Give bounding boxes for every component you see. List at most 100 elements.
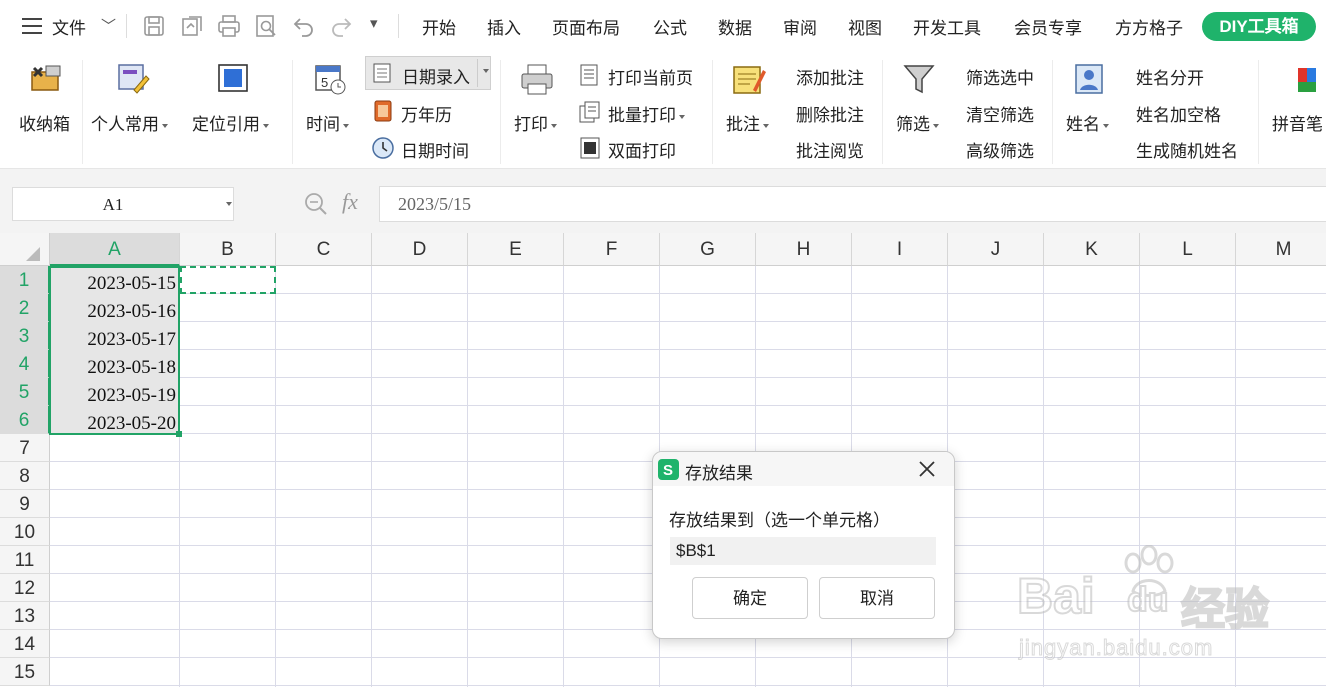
row-header-12[interactable]: 12 bbox=[0, 574, 50, 602]
chevron-down-icon[interactable] bbox=[226, 202, 232, 206]
column-header-i[interactable]: I bbox=[852, 233, 948, 266]
result-cell-input[interactable] bbox=[670, 537, 936, 565]
target-cell-b1[interactable] bbox=[180, 266, 276, 294]
row-header-8[interactable]: 8 bbox=[0, 462, 50, 490]
row-header-7[interactable]: 7 bbox=[0, 434, 50, 462]
tab-view[interactable]: 视图 bbox=[848, 14, 882, 39]
column-header-j[interactable]: J bbox=[948, 233, 1044, 266]
name-box[interactable]: A1 bbox=[12, 187, 234, 221]
hamburger-icon[interactable] bbox=[22, 17, 44, 35]
print-current-page-button[interactable]: 打印当前页 bbox=[574, 60, 706, 90]
row-header-10[interactable]: 10 bbox=[0, 518, 50, 546]
row-header-6[interactable]: 6 bbox=[0, 406, 50, 434]
duplex-print-button[interactable]: 双面打印 bbox=[574, 133, 706, 163]
column-header-m[interactable]: M bbox=[1236, 233, 1326, 266]
column-header-g[interactable]: G bbox=[660, 233, 756, 266]
cancel-button[interactable]: 取消 bbox=[819, 577, 935, 619]
tab-fangfang[interactable]: 方方格子 bbox=[1115, 14, 1183, 39]
tab-insert[interactable]: 插入 bbox=[487, 14, 521, 39]
dialog-title-bar[interactable]: S 存放结果 bbox=[653, 452, 954, 486]
fx-icon[interactable]: fx bbox=[342, 189, 358, 215]
perpetual-calendar-label: 万年历 bbox=[401, 106, 452, 125]
redo-icon[interactable] bbox=[329, 14, 353, 38]
toolbox-button[interactable]: 收纳箱 bbox=[10, 58, 82, 138]
group-separator bbox=[712, 60, 713, 164]
column-header-c[interactable]: C bbox=[276, 233, 372, 266]
comment-button[interactable]: 批注 bbox=[718, 58, 782, 138]
tab-review[interactable]: 审阅 bbox=[783, 14, 817, 39]
column-header-e[interactable]: E bbox=[468, 233, 564, 266]
tab-home[interactable]: 开始 bbox=[422, 14, 456, 39]
personal-common-label: 个人常用 bbox=[91, 110, 168, 135]
zoom-icon[interactable] bbox=[303, 191, 329, 217]
perpetual-calendar-button[interactable]: 万年历 bbox=[365, 97, 491, 127]
column-header-a[interactable]: A bbox=[50, 233, 180, 266]
row-header-5[interactable]: 5 bbox=[0, 378, 50, 406]
tab-data[interactable]: 数据 bbox=[718, 14, 752, 39]
batch-print-label: 批量打印 bbox=[608, 101, 685, 126]
locate-reference-button[interactable]: 定位引用 bbox=[188, 58, 280, 138]
time-button[interactable]: 5 时间 bbox=[300, 58, 362, 138]
row-header-4[interactable]: 4 bbox=[0, 350, 50, 378]
add-comment-button[interactable]: 添加批注 bbox=[796, 64, 864, 89]
row-header-14[interactable]: 14 bbox=[0, 630, 50, 658]
export-icon[interactable] bbox=[180, 14, 204, 38]
row-header-11[interactable]: 11 bbox=[0, 546, 50, 574]
filter-button[interactable]: 筛选 bbox=[888, 58, 952, 138]
name-button[interactable]: 姓名 bbox=[1058, 58, 1122, 138]
split-divider bbox=[477, 59, 478, 87]
column-header-l[interactable]: L bbox=[1140, 233, 1236, 266]
row-header-13[interactable]: 13 bbox=[0, 602, 50, 630]
person-card-icon bbox=[1075, 64, 1103, 94]
row-header-1[interactable]: 1 bbox=[0, 266, 50, 294]
customize-dropdown-icon[interactable]: ▾ bbox=[370, 14, 378, 32]
date-time-button[interactable]: 日期时间 bbox=[365, 133, 491, 163]
batch-print-button[interactable]: 批量打印 bbox=[574, 97, 706, 127]
row-header-3[interactable]: 3 bbox=[0, 322, 50, 350]
advanced-filter-button[interactable]: 高级筛选 bbox=[966, 137, 1034, 162]
random-name-button[interactable]: 生成随机姓名 bbox=[1136, 137, 1238, 162]
print-icon[interactable] bbox=[217, 14, 241, 38]
split-name-button[interactable]: 姓名分开 bbox=[1136, 64, 1204, 89]
column-header-k[interactable]: K bbox=[1044, 233, 1140, 266]
formula-input[interactable]: 2023/5/15 bbox=[379, 186, 1326, 222]
print-button[interactable]: 打印 bbox=[506, 58, 570, 138]
personal-common-button[interactable]: 个人常用 bbox=[88, 58, 180, 138]
select-all-corner[interactable] bbox=[0, 233, 50, 266]
column-header-d[interactable]: D bbox=[372, 233, 468, 266]
save-icon[interactable] bbox=[142, 14, 166, 38]
column-header-b[interactable]: B bbox=[180, 233, 276, 266]
group-separator bbox=[500, 60, 501, 164]
watermark-brand: Bai bbox=[1016, 567, 1096, 625]
tab-page-layout[interactable]: 页面布局 bbox=[552, 14, 620, 39]
chevron-down-icon[interactable]: ﹀ bbox=[101, 15, 116, 36]
row-header-15[interactable]: 15 bbox=[0, 658, 50, 686]
watermark-brand-cn: 经验 bbox=[1180, 584, 1270, 635]
delete-comment-button[interactable]: 删除批注 bbox=[796, 101, 864, 126]
column-header-f[interactable]: F bbox=[564, 233, 660, 266]
print-preview-icon[interactable] bbox=[254, 14, 278, 38]
formula-bar: A1 fx 2023/5/15 bbox=[0, 169, 1326, 233]
undo-icon[interactable] bbox=[292, 14, 316, 38]
name-add-space-button[interactable]: 姓名加空格 bbox=[1136, 101, 1221, 126]
tab-diy-toolbox[interactable]: DIY工具箱 bbox=[1202, 12, 1316, 41]
close-icon[interactable] bbox=[918, 460, 936, 478]
clear-filter-button[interactable]: 清空筛选 bbox=[966, 101, 1034, 126]
date-entry-button[interactable]: 日期录入 bbox=[365, 56, 491, 90]
read-comment-button[interactable]: 批注阅览 bbox=[796, 137, 864, 162]
comment-note-icon bbox=[733, 66, 766, 94]
pinyin-button[interactable]: 拼音笔 bbox=[1264, 58, 1326, 138]
tab-member[interactable]: 会员专享 bbox=[1014, 14, 1082, 39]
name-label: 姓名 bbox=[1066, 110, 1109, 135]
file-menu[interactable]: 文件 bbox=[52, 14, 86, 39]
fill-handle[interactable] bbox=[176, 431, 182, 437]
tab-formulas[interactable]: 公式 bbox=[653, 14, 687, 39]
filter-selected-button[interactable]: 筛选选中 bbox=[966, 64, 1034, 89]
time-label: 时间 bbox=[306, 110, 349, 135]
chevron-down-icon[interactable] bbox=[483, 69, 489, 73]
row-header-2[interactable]: 2 bbox=[0, 294, 50, 322]
row-header-9[interactable]: 9 bbox=[0, 490, 50, 518]
tab-developer[interactable]: 开发工具 bbox=[913, 14, 981, 39]
ok-button[interactable]: 确定 bbox=[692, 577, 808, 619]
column-header-h[interactable]: H bbox=[756, 233, 852, 266]
